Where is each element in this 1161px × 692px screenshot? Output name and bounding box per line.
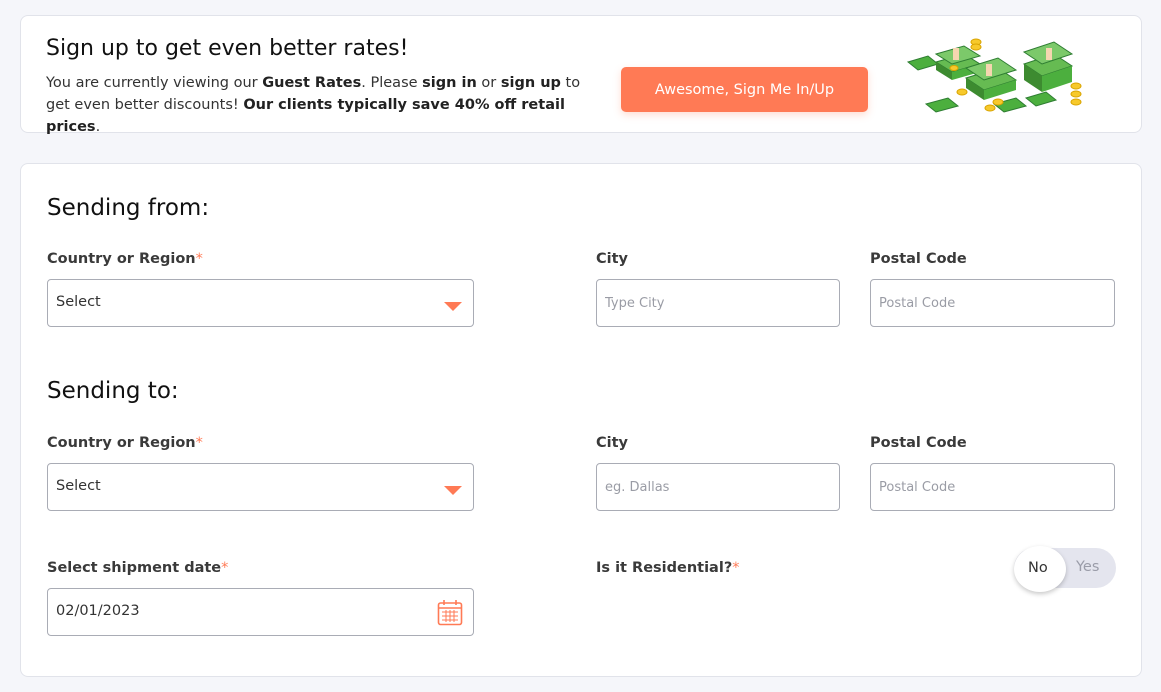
toggle-yes-label[interactable]: Yes [1076, 559, 1099, 575]
to-city-label: City [596, 435, 628, 451]
guest-rates-text: Guest Rates [262, 75, 362, 91]
required-marker: * [195, 251, 203, 267]
banner-text: You are currently viewing our Guest Rate… [46, 75, 581, 135]
shipment-date-input[interactable]: 02/01/2023 [47, 588, 474, 636]
from-country-select[interactable]: Select [47, 279, 474, 327]
from-postal-label: Postal Code [870, 251, 967, 267]
to-postal-input[interactable] [870, 463, 1115, 511]
required-marker: * [732, 560, 740, 576]
shipment-date-label: Select shipment date* [47, 560, 229, 576]
chevron-down-icon [444, 486, 462, 495]
from-country-value: Select [56, 294, 101, 310]
toggle-no-label[interactable]: No [1028, 560, 1048, 576]
required-marker: * [221, 560, 229, 576]
from-city-label: City [596, 251, 628, 267]
calendar-icon[interactable] [437, 599, 463, 626]
sign-in-up-button[interactable]: Awesome, Sign Me In/Up [621, 67, 868, 112]
signup-banner: Sign up to get even better rates! You ar… [20, 15, 1142, 135]
sending-from-title: Sending from: [47, 195, 210, 221]
to-country-value: Select [56, 478, 101, 494]
from-postal-input[interactable] [870, 279, 1115, 327]
to-postal-label: Postal Code [870, 435, 967, 451]
sending-to-title: Sending to: [47, 378, 179, 404]
to-country-label: Country or Region* [47, 435, 203, 451]
required-marker: * [195, 435, 203, 451]
shipment-date-value: 02/01/2023 [56, 603, 140, 619]
to-country-select[interactable]: Select [47, 463, 474, 511]
shipment-form-card: Sending from: Country or Region* Select … [20, 163, 1142, 677]
residential-label: Is it Residential?* [596, 560, 740, 576]
from-country-label: Country or Region* [47, 251, 203, 267]
sign-in-text: sign in [422, 75, 477, 91]
from-city-input[interactable] [596, 279, 840, 327]
residential-toggle[interactable]: Yes No [1014, 546, 1116, 592]
banner-title: Sign up to get even better rates! [46, 36, 409, 61]
chevron-down-icon [444, 302, 462, 311]
money-pile-illustration [906, 38, 1082, 113]
to-city-input[interactable] [596, 463, 840, 511]
sign-up-text: sign up [500, 75, 561, 91]
